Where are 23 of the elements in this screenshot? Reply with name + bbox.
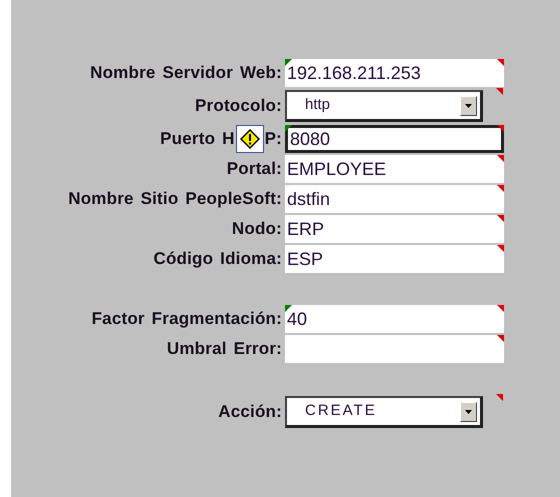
field-label: Nombre Servidor Web: [90, 62, 282, 84]
field-label: Portal: [226, 158, 282, 180]
caret-icon[interactable] [460, 96, 477, 116]
field-label: Acción: [218, 401, 282, 424]
field-label: P: [264, 128, 282, 150]
field-label: Puerto H [160, 128, 235, 150]
field-label: Factor Fragmentación: [92, 308, 282, 330]
warning-icon[interactable] [236, 125, 264, 153]
field-label: Umbral Error: [166, 338, 282, 360]
input-field[interactable]: ERP [285, 215, 504, 243]
input-field[interactable]: 192.168.211.253 [285, 59, 504, 87]
dropdown[interactable]: http [285, 90, 483, 122]
dropdown[interactable]: CREATE [285, 396, 483, 428]
field-label: Nodo: [232, 218, 282, 240]
input-field[interactable]: 40 [285, 305, 504, 333]
field-label: Nombre Sitio PeopleSoft: [68, 188, 282, 210]
input-field[interactable]: EMPLOYEE [285, 155, 504, 183]
input-field[interactable]: ESP [285, 245, 504, 273]
field-label: Código Idioma: [153, 248, 282, 270]
input-field[interactable]: dstfin [285, 185, 504, 213]
caret-icon[interactable] [460, 402, 477, 422]
field-label: Protocolo: [195, 95, 282, 118]
input-field[interactable]: 8080 [285, 125, 504, 153]
